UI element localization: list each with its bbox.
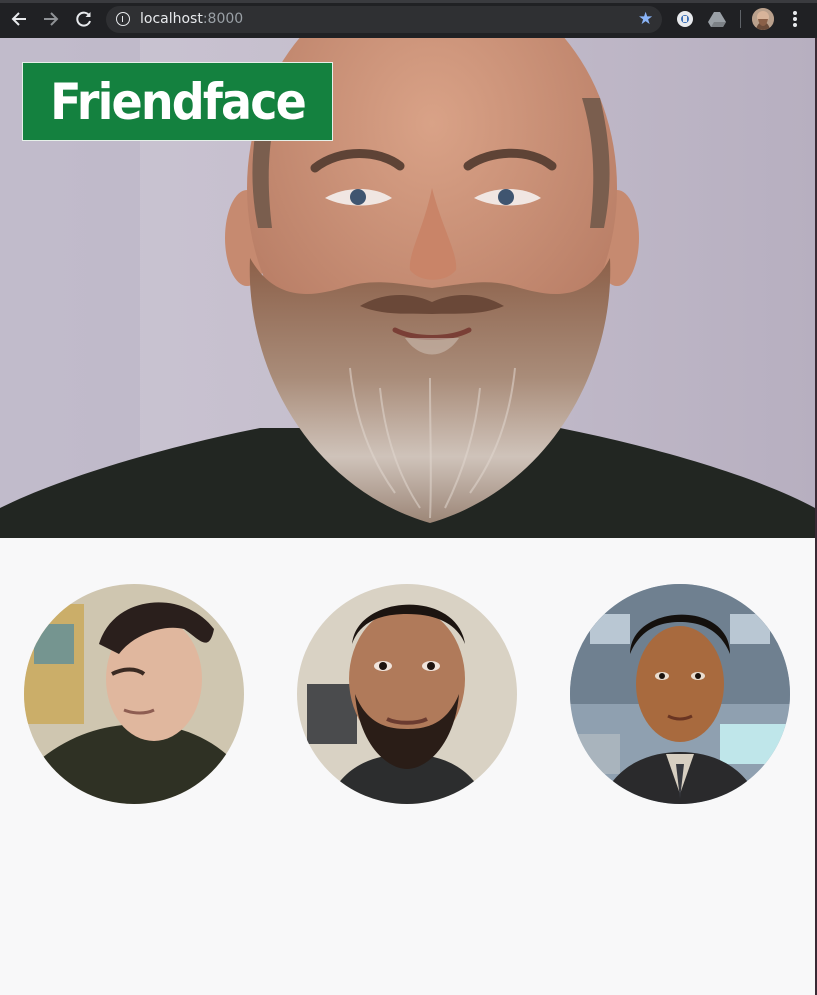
drive-icon[interactable] <box>708 10 726 28</box>
back-arrow-icon <box>11 12 26 26</box>
friends-list <box>0 538 815 995</box>
bookmark-star-icon[interactable]: ★ <box>638 9 653 29</box>
address-bar[interactable]: localhost:8000 ★ <box>106 6 662 33</box>
brand-logo[interactable]: Friendface <box>22 62 333 141</box>
friend-avatar-2[interactable] <box>297 584 517 804</box>
forward-button[interactable] <box>40 8 62 30</box>
back-button[interactable] <box>8 8 30 30</box>
brand-name: Friendface <box>50 72 307 131</box>
browser-menu-button[interactable] <box>784 8 806 30</box>
friend-photo-1 <box>24 584 244 804</box>
extension-icon[interactable] <box>676 10 694 28</box>
reload-icon <box>76 11 91 27</box>
url-text: localhost:8000 <box>140 11 244 27</box>
toolbar-divider <box>740 10 741 28</box>
forward-arrow-icon <box>44 12 59 26</box>
info-icon[interactable] <box>116 12 130 26</box>
friend-avatar-3[interactable] <box>570 584 790 804</box>
friend-photo-3 <box>570 584 790 804</box>
friend-photo-2 <box>297 584 517 804</box>
profile-avatar[interactable] <box>752 8 774 30</box>
menu-dots-icon <box>793 11 797 27</box>
reload-button[interactable] <box>73 8 95 30</box>
browser-toolbar: localhost:8000 ★ <box>0 0 817 38</box>
tab-strip-edge <box>0 0 817 3</box>
friend-avatar-1[interactable] <box>24 584 244 804</box>
